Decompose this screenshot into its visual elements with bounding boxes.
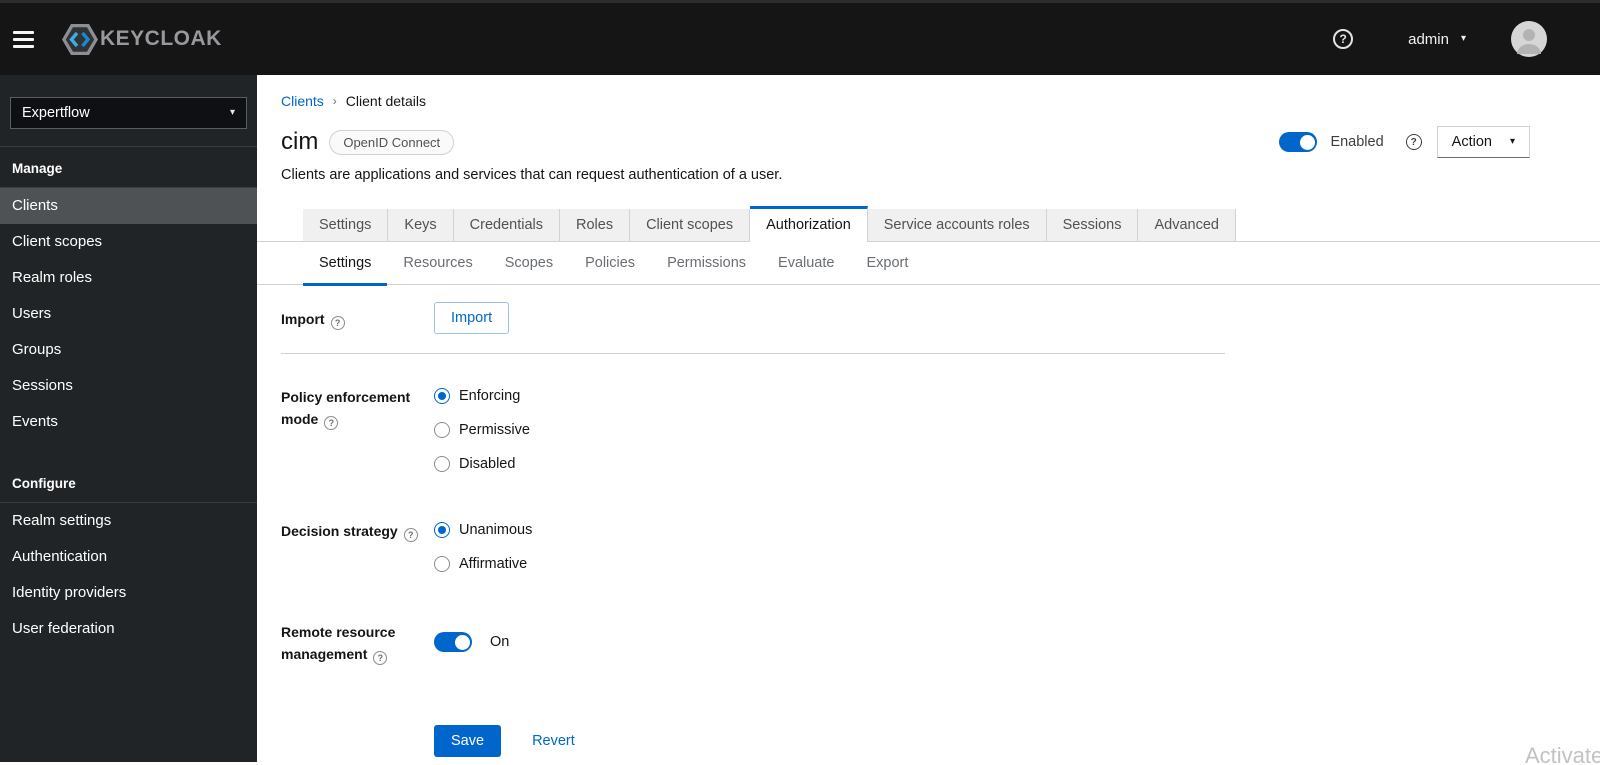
- remote-resource-toggle[interactable]: [434, 632, 472, 652]
- main-content: Clients › Client details cim OpenID Conn…: [257, 75, 1600, 765]
- breadcrumb: Clients › Client details: [281, 93, 1576, 109]
- sidebar-item-client-scopes[interactable]: Client scopes: [0, 224, 257, 260]
- tab-service-accounts-roles[interactable]: Service accounts roles: [867, 209, 1047, 241]
- sidebar-divider: [0, 146, 257, 147]
- sidebar-item-clients[interactable]: Clients: [0, 188, 257, 224]
- import-button[interactable]: Import: [434, 302, 510, 334]
- chevron-down-icon: ▾: [1509, 136, 1515, 147]
- chevron-down-icon: ▾: [1460, 33, 1466, 44]
- decision-strategy-label: Decision strategy?: [281, 514, 434, 572]
- breadcrumb-current: Client details: [345, 93, 426, 109]
- policy-enforcement-row: Policy enforcement mode? Enforcing Permi…: [281, 380, 1600, 472]
- page-description: Clients are applications and services th…: [281, 167, 783, 183]
- enabled-label: Enabled: [1330, 134, 1384, 150]
- subtab-evaluate[interactable]: Evaluate: [762, 242, 850, 284]
- radio-permissive[interactable]: Permissive: [434, 422, 530, 438]
- import-help-icon[interactable]: ?: [330, 316, 345, 330]
- avatar[interactable]: [1511, 21, 1547, 57]
- form-actions: Save Revert: [434, 725, 1600, 757]
- subtab-settings[interactable]: Settings: [303, 242, 388, 286]
- action-dropdown[interactable]: Action ▾: [1436, 126, 1530, 158]
- subtab-resources[interactable]: Resources: [387, 242, 488, 284]
- masthead-right: ? admin ▾: [1333, 21, 1547, 57]
- radio-dot: [434, 422, 450, 438]
- sidebar-item-realm-roles[interactable]: Realm roles: [0, 260, 257, 296]
- radio-enforcing[interactable]: Enforcing: [434, 388, 530, 404]
- sidebar-item-users[interactable]: Users: [0, 296, 257, 332]
- keycloak-hexagon-icon: [62, 23, 98, 55]
- sidebar-item-realm-settings[interactable]: Realm settings: [0, 503, 257, 539]
- enabled-help-icon[interactable]: ?: [1405, 134, 1422, 150]
- remote-resource-row: Remote resource management? On: [281, 615, 1600, 665]
- breadcrumb-separator-icon: ›: [332, 94, 337, 108]
- chevron-down-icon: ▾: [229, 107, 235, 118]
- realm-selector[interactable]: Expertflow ▾: [10, 97, 247, 129]
- tab-roles[interactable]: Roles: [560, 209, 631, 241]
- enabled-toggle[interactable]: [1279, 132, 1318, 152]
- user-name: admin: [1408, 30, 1449, 48]
- radio-disabled[interactable]: Disabled: [434, 456, 530, 472]
- radio-dot: [434, 456, 450, 472]
- radio-affirmative[interactable]: Affirmative: [434, 556, 532, 572]
- sidebar-item-events[interactable]: Events: [0, 404, 257, 440]
- radio-unanimous[interactable]: Unanimous: [434, 522, 532, 538]
- tab-client-scopes[interactable]: Client scopes: [630, 209, 751, 241]
- tab-credentials[interactable]: Credentials: [453, 209, 560, 241]
- keycloak-logo[interactable]: KEYCLOAK: [62, 23, 222, 55]
- sidebar-nav: Manage Clients Client scopes Realm roles…: [0, 161, 257, 647]
- remote-resource-label: Remote resource management?: [281, 624, 396, 665]
- nav-section-manage: Manage: [0, 161, 257, 188]
- remote-resource-help-icon[interactable]: ?: [373, 651, 388, 665]
- decision-strategy-row: Decision strategy? Unanimous Affirmative: [281, 514, 1600, 572]
- sidebar-item-groups[interactable]: Groups: [0, 332, 257, 368]
- form-divider: [281, 353, 1225, 354]
- realm-name: Expertflow: [22, 105, 90, 121]
- radio-dot: [434, 522, 450, 538]
- breadcrumb-clients-link[interactable]: Clients: [281, 93, 324, 109]
- protocol-badge: OpenID Connect: [329, 129, 455, 155]
- radio-dot: [434, 556, 450, 572]
- help-icon[interactable]: ?: [1333, 29, 1354, 49]
- remote-resource-state: On: [490, 634, 510, 650]
- import-row: Import? Import: [281, 302, 1600, 334]
- sidebar-item-authentication[interactable]: Authentication: [0, 539, 257, 575]
- user-menu[interactable]: admin ▾: [1408, 31, 1466, 48]
- tab-sessions[interactable]: Sessions: [1046, 209, 1139, 241]
- page-title: cim: [281, 128, 319, 155]
- sidebar-item-user-federation[interactable]: User federation: [0, 611, 257, 647]
- hamburger-menu-icon[interactable]: [13, 30, 34, 48]
- authorization-subtabs: Settings Resources Scopes Policies Permi…: [257, 242, 1600, 286]
- import-label: Import?: [281, 302, 434, 334]
- subtab-permissions[interactable]: Permissions: [651, 242, 762, 284]
- brand-name: KEYCLOAK: [100, 27, 222, 50]
- tab-authorization[interactable]: Authorization: [750, 206, 868, 242]
- masthead: KEYCLOAK ? admin ▾: [0, 0, 1600, 75]
- subtab-export[interactable]: Export: [850, 242, 924, 284]
- policy-enforcement-help-icon[interactable]: ?: [324, 416, 339, 430]
- authorization-settings-form: Import? Import Policy enforcement mode? …: [257, 285, 1600, 757]
- subtab-policies[interactable]: Policies: [569, 242, 651, 284]
- policy-enforcement-label: Policy enforcement mode?: [281, 389, 411, 430]
- decision-strategy-help-icon[interactable]: ?: [403, 528, 418, 542]
- save-button[interactable]: Save: [434, 725, 502, 757]
- sidebar-item-identity-providers[interactable]: Identity providers: [0, 575, 257, 611]
- client-tabs: Settings Keys Credentials Roles Client s…: [257, 206, 1600, 242]
- tab-advanced[interactable]: Advanced: [1138, 209, 1236, 241]
- sidebar-item-sessions[interactable]: Sessions: [0, 368, 257, 404]
- radio-dot: [434, 388, 450, 404]
- sidebar: Expertflow ▾ Manage Clients Client scope…: [0, 75, 257, 762]
- tab-keys[interactable]: Keys: [388, 209, 454, 241]
- subtab-scopes[interactable]: Scopes: [489, 242, 569, 284]
- revert-button[interactable]: Revert: [532, 733, 575, 749]
- nav-section-configure: Configure: [0, 476, 257, 503]
- tab-settings[interactable]: Settings: [303, 209, 389, 241]
